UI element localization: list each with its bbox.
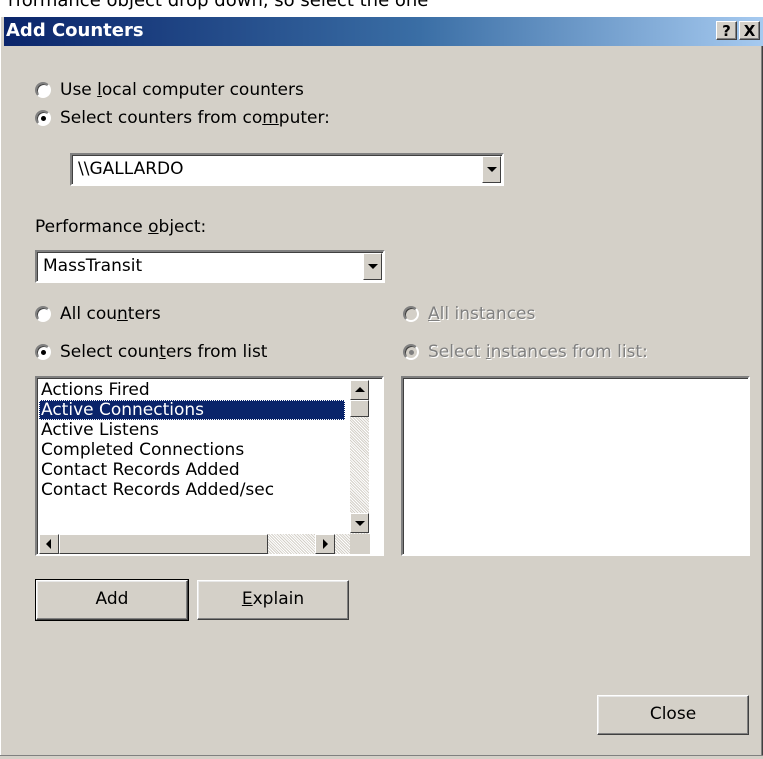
- performance-object-value: MassTransit: [43, 256, 143, 276]
- scroll-thumb[interactable]: [350, 400, 369, 417]
- instances-listbox: [401, 376, 750, 556]
- counters-list: Actions Fired Active Connections Active Li…: [39, 380, 345, 500]
- list-item[interactable]: Contact Records Added/sec: [39, 480, 345, 500]
- list-item[interactable]: Contact Records Added: [39, 460, 345, 480]
- computer-dropdown-button[interactable]: [482, 156, 501, 183]
- all-instances-label: All instances: [428, 304, 536, 324]
- select-counters-radio-row[interactable]: Select counters from list: [35, 342, 267, 362]
- horizontal-scroll-thumb[interactable]: [59, 534, 268, 554]
- scroll-right-button[interactable]: [315, 534, 335, 554]
- chevron-down-icon: [355, 521, 365, 526]
- list-item[interactable]: Active Connections: [39, 400, 345, 420]
- window-border-right: [757, 46, 763, 759]
- close-button[interactable]: Close: [597, 695, 749, 735]
- list-item[interactable]: Active Listens: [39, 420, 345, 440]
- counters-horizontal-scrollbar[interactable]: [39, 534, 350, 554]
- all-counters-radio-row[interactable]: All counters: [35, 304, 161, 324]
- use-local-radio-row[interactable]: Use local computer counters: [35, 80, 304, 100]
- add-counters-dialog: Add Counters ? X Use local computer coun…: [0, 17, 763, 759]
- chevron-up-icon: [355, 387, 365, 392]
- scroll-left-button[interactable]: [39, 534, 59, 554]
- chevron-down-icon: [368, 264, 378, 269]
- all-counters-radio[interactable]: [35, 306, 51, 322]
- select-instances-label: Select instances from list:: [428, 342, 648, 362]
- help-button[interactable]: ?: [716, 21, 737, 40]
- counters-listbox[interactable]: Actions Fired Active Connections Active Li…: [35, 376, 384, 556]
- select-instances-radio-row: Select instances from list:: [403, 342, 648, 362]
- select-instances-radio: [403, 344, 419, 360]
- chevron-down-icon: [487, 167, 497, 172]
- window-border-bottom: [0, 755, 763, 759]
- close-title-button[interactable]: X: [739, 21, 760, 40]
- dialog-title: Add Counters: [6, 20, 144, 41]
- counters-vertical-scrollbar[interactable]: [350, 380, 369, 534]
- performance-object-combobox[interactable]: MassTransit: [35, 250, 385, 283]
- list-item[interactable]: Completed Connections: [39, 440, 345, 460]
- select-computer-label: Select counters from computer:: [60, 108, 330, 128]
- performance-object-label: Performance object:: [35, 217, 207, 237]
- background-text: rformance object drop down, so select th…: [8, 0, 429, 11]
- select-counters-radio[interactable]: [35, 344, 51, 360]
- background-text-strip: rformance object drop down, so select th…: [0, 0, 763, 17]
- chevron-left-icon: [46, 539, 51, 549]
- use-local-radio[interactable]: [35, 82, 51, 98]
- add-button[interactable]: Add: [35, 579, 189, 621]
- scrollbar-corner: [350, 534, 370, 554]
- chevron-right-icon: [323, 539, 328, 549]
- list-item[interactable]: Actions Fired: [39, 380, 345, 400]
- computer-combobox[interactable]: \\GALLARDO: [70, 153, 504, 186]
- all-instances-radio: [403, 306, 419, 322]
- select-computer-radio[interactable]: [35, 110, 51, 126]
- select-counters-label: Select counters from list: [60, 342, 268, 362]
- all-instances-radio-row: All instances: [403, 304, 535, 324]
- window-border-left: [0, 17, 4, 759]
- scroll-down-button[interactable]: [350, 513, 369, 533]
- use-local-label: Use local computer counters: [60, 80, 304, 100]
- scroll-up-button[interactable]: [350, 380, 369, 400]
- performance-object-dropdown-button[interactable]: [363, 253, 382, 280]
- computer-value: \\GALLARDO: [78, 159, 184, 179]
- explain-button[interactable]: Explain: [197, 580, 349, 620]
- title-bar[interactable]: Add Counters ? X: [0, 17, 763, 46]
- select-computer-radio-row[interactable]: Select counters from computer:: [35, 108, 330, 128]
- all-counters-label: All counters: [60, 304, 161, 324]
